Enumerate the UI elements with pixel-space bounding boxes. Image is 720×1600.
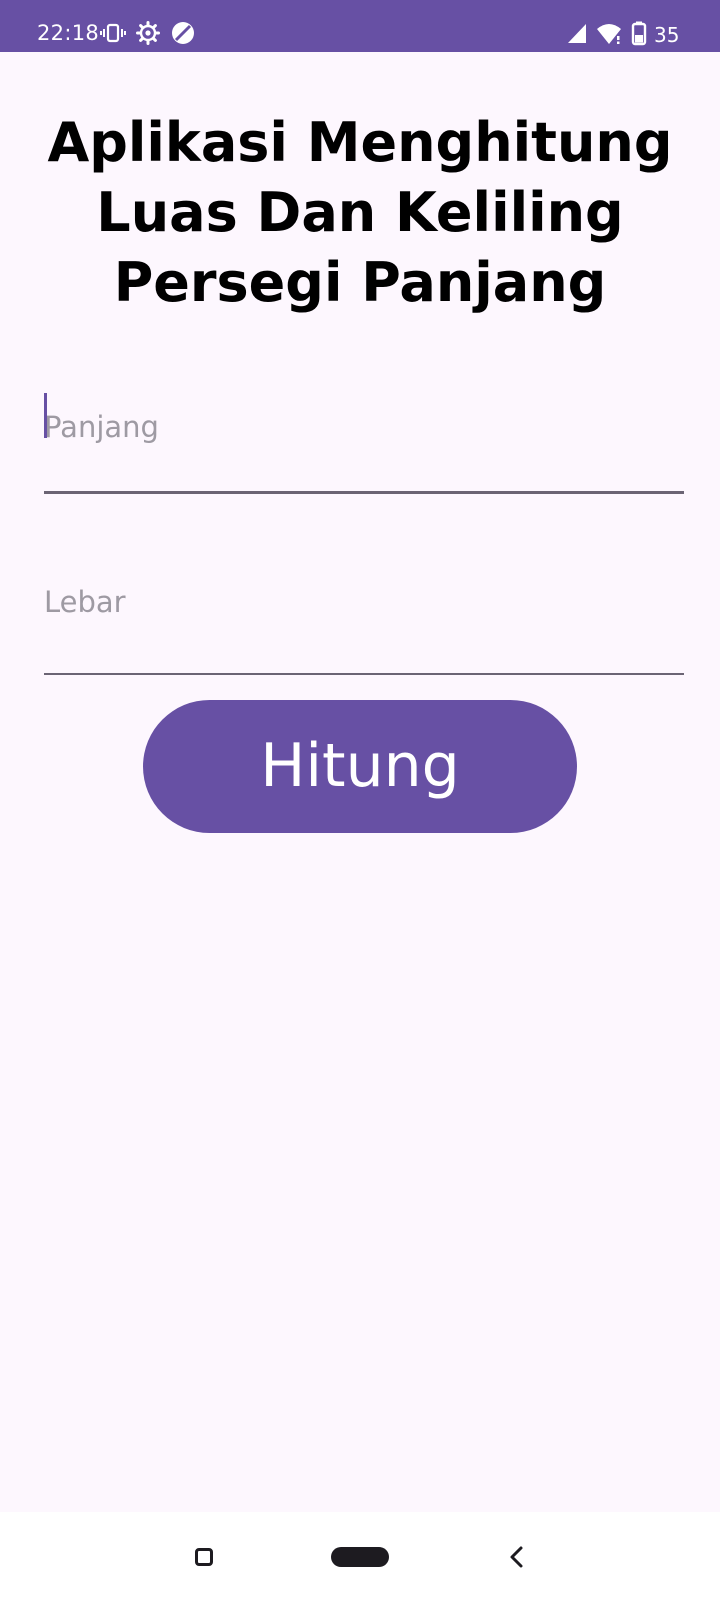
back-icon[interactable] [505, 1544, 529, 1570]
lebar-underline [44, 673, 684, 675]
battery-percentage: 35 [654, 23, 680, 47]
panjang-field[interactable] [44, 384, 684, 496]
text-cursor [44, 393, 47, 438]
settings-gear-icon [135, 20, 161, 46]
panjang-input[interactable] [44, 384, 684, 470]
page-title: Aplikasi Menghitung Luas Dan Keliling Pe… [47, 111, 673, 314]
status-time: 22:18 [37, 21, 100, 45]
home-pill-icon[interactable] [331, 1547, 389, 1567]
navigation-bar [0, 1512, 720, 1600]
cell-signal-icon [565, 20, 591, 46]
hitung-button[interactable]: Hitung [143, 700, 577, 833]
recents-icon[interactable] [195, 1548, 213, 1566]
status-bar: 22:18 35 [0, 0, 720, 52]
panjang-underline [44, 491, 684, 494]
vibrate-icon [100, 20, 126, 46]
data-saver-icon [170, 20, 196, 46]
lebar-input[interactable] [44, 566, 684, 638]
battery-icon [626, 20, 652, 46]
lebar-field[interactable] [44, 566, 684, 678]
wifi-icon [596, 20, 622, 46]
